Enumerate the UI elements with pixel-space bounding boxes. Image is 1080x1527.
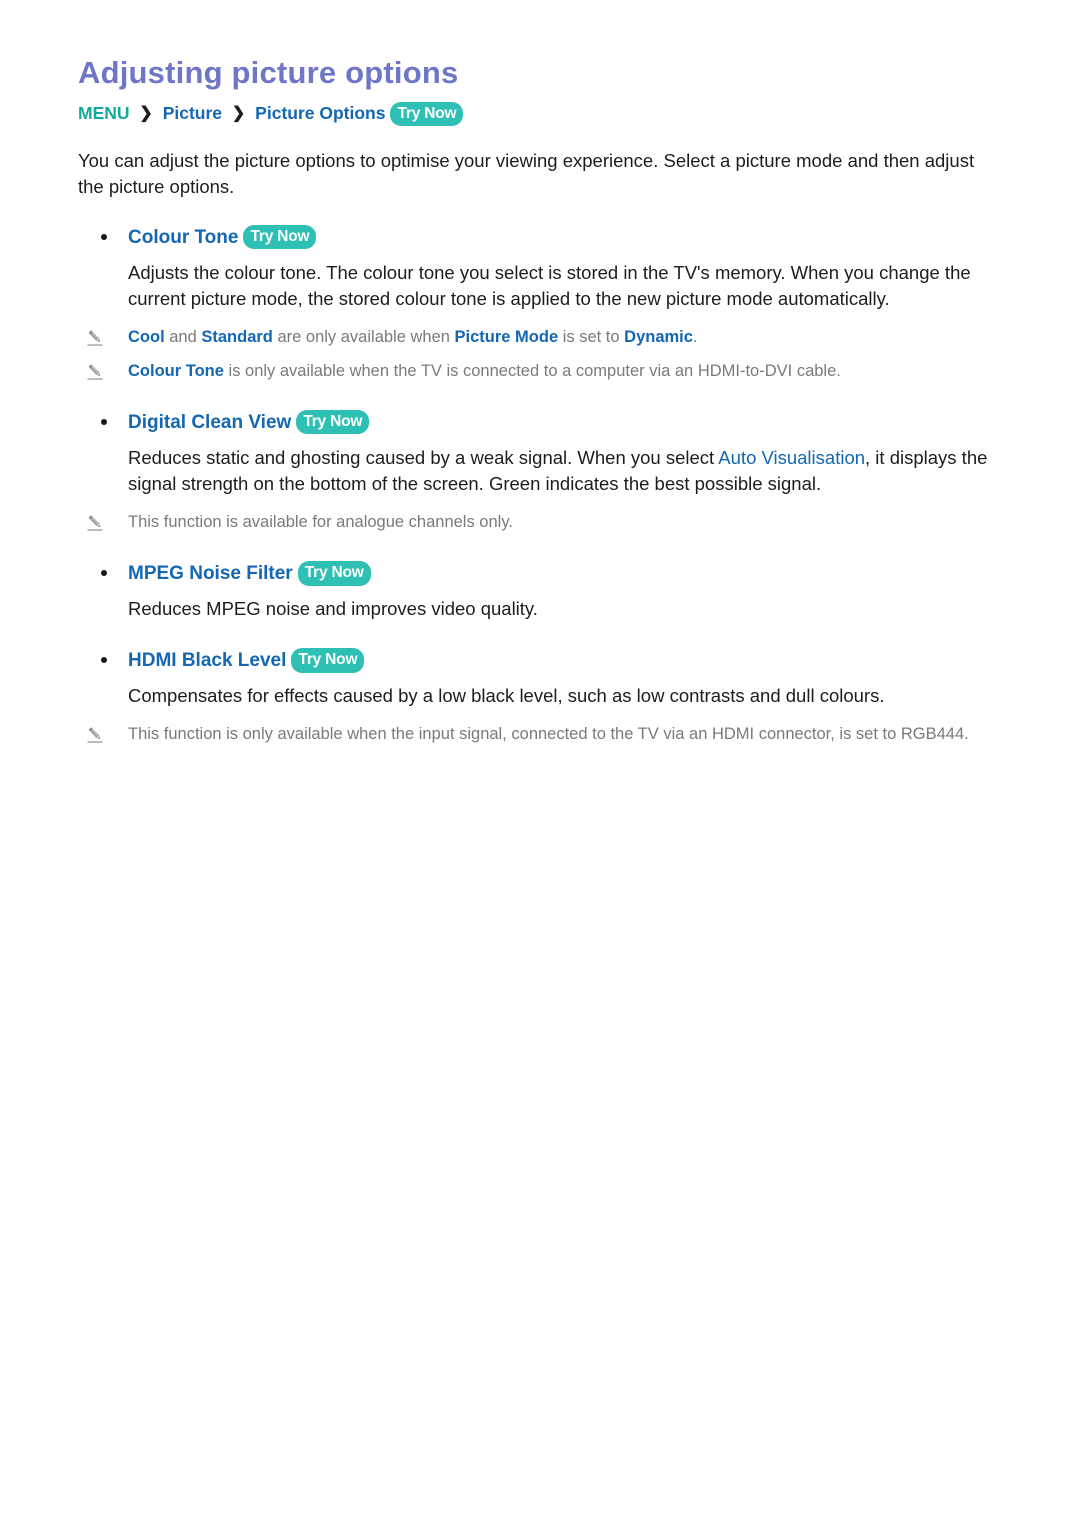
note-term: Picture Mode <box>454 328 559 347</box>
section-heading-hdmi-black-level: HDMI Black Level Try Now <box>78 648 1002 673</box>
note-plain: are only available when <box>272 328 455 347</box>
pencil-icon <box>85 328 105 348</box>
chevron-right-icon: ❯ <box>139 104 153 122</box>
breadcrumb-item-picture[interactable]: Picture <box>163 103 222 123</box>
pencil-icon <box>85 362 105 382</box>
note-plain: is set to <box>558 328 625 347</box>
intro-paragraph: You can adjust the picture options to op… <box>78 150 975 198</box>
section-body-digital-clean-view: Reduces static and ghosting caused by a … <box>78 445 1002 498</box>
breadcrumb-menu: MENU <box>78 102 130 123</box>
note-term: Cool <box>128 328 165 347</box>
try-now-badge[interactable]: Try Now <box>297 561 371 586</box>
bullet-icon <box>101 657 107 664</box>
note-plain: and <box>164 328 202 347</box>
section-heading-label: Colour Tone <box>128 226 239 248</box>
note-plain: . <box>692 328 698 347</box>
note-text: Colour Tone is only available when the T… <box>128 362 841 380</box>
note-text: Cool and Standard are only available whe… <box>128 328 698 346</box>
section-heading-colour-tone: Colour Tone Try Now <box>78 224 1002 250</box>
page-title: Adjusting picture options <box>78 55 459 90</box>
try-now-badge[interactable]: Try Now <box>291 648 365 673</box>
section-body-hdmi-black-level: Compensates for effects caused by a low … <box>128 684 885 706</box>
bullet-icon <box>101 418 107 425</box>
pencil-icon <box>85 513 105 533</box>
section-heading-digital-clean-view: Digital Clean View Try Now <box>78 409 1002 435</box>
note-item: Colour Tone is only available when the T… <box>78 360 1002 384</box>
breadcrumb-item-picture-options[interactable]: Picture Options <box>255 103 385 123</box>
note-term: Colour Tone <box>128 361 224 380</box>
try-now-badge[interactable]: Try Now <box>296 409 370 435</box>
section-body-colour-tone: Adjusts the colour tone. The colour tone… <box>128 261 971 309</box>
breadcrumb: MENU ❯ Picture ❯ Picture Options Try Now <box>78 101 1002 127</box>
note-item: This function is only available when the… <box>78 723 1002 747</box>
section-body-mpeg-noise-filter: Reduces MPEG noise and improves video qu… <box>128 597 538 619</box>
section-heading-label: HDMI Black Level <box>128 650 287 672</box>
section-heading-mpeg-noise-filter: MPEG Noise Filter Try Now <box>78 561 1002 586</box>
note-term: Dynamic <box>624 328 693 347</box>
chevron-right-icon: ❯ <box>231 104 246 122</box>
note-item: This function is available for analogue … <box>78 511 1002 535</box>
document-page: Adjusting picture options MENU ❯ Picture… <box>0 0 1080 1527</box>
note-term: Standard <box>201 328 273 347</box>
body-text-pre: Reduces static and ghosting caused by a … <box>128 446 719 468</box>
bullet-icon <box>101 570 107 577</box>
pencil-icon <box>85 725 105 745</box>
note-plain: is only available when the TV is connect… <box>223 361 841 380</box>
section-heading-label: Digital Clean View <box>128 411 292 433</box>
note-item: Cool and Standard are only available whe… <box>78 326 1002 350</box>
note-text: This function is only available when the… <box>128 725 969 744</box>
try-now-badge[interactable]: Try Now <box>243 224 317 250</box>
body-link-auto-visualisation[interactable]: Auto Visualisation <box>718 447 865 468</box>
note-text: This function is available for analogue … <box>128 513 513 532</box>
section-heading-label: MPEG Noise Filter <box>128 563 293 585</box>
bullet-icon <box>101 233 107 240</box>
try-now-badge[interactable]: Try Now <box>390 101 464 127</box>
